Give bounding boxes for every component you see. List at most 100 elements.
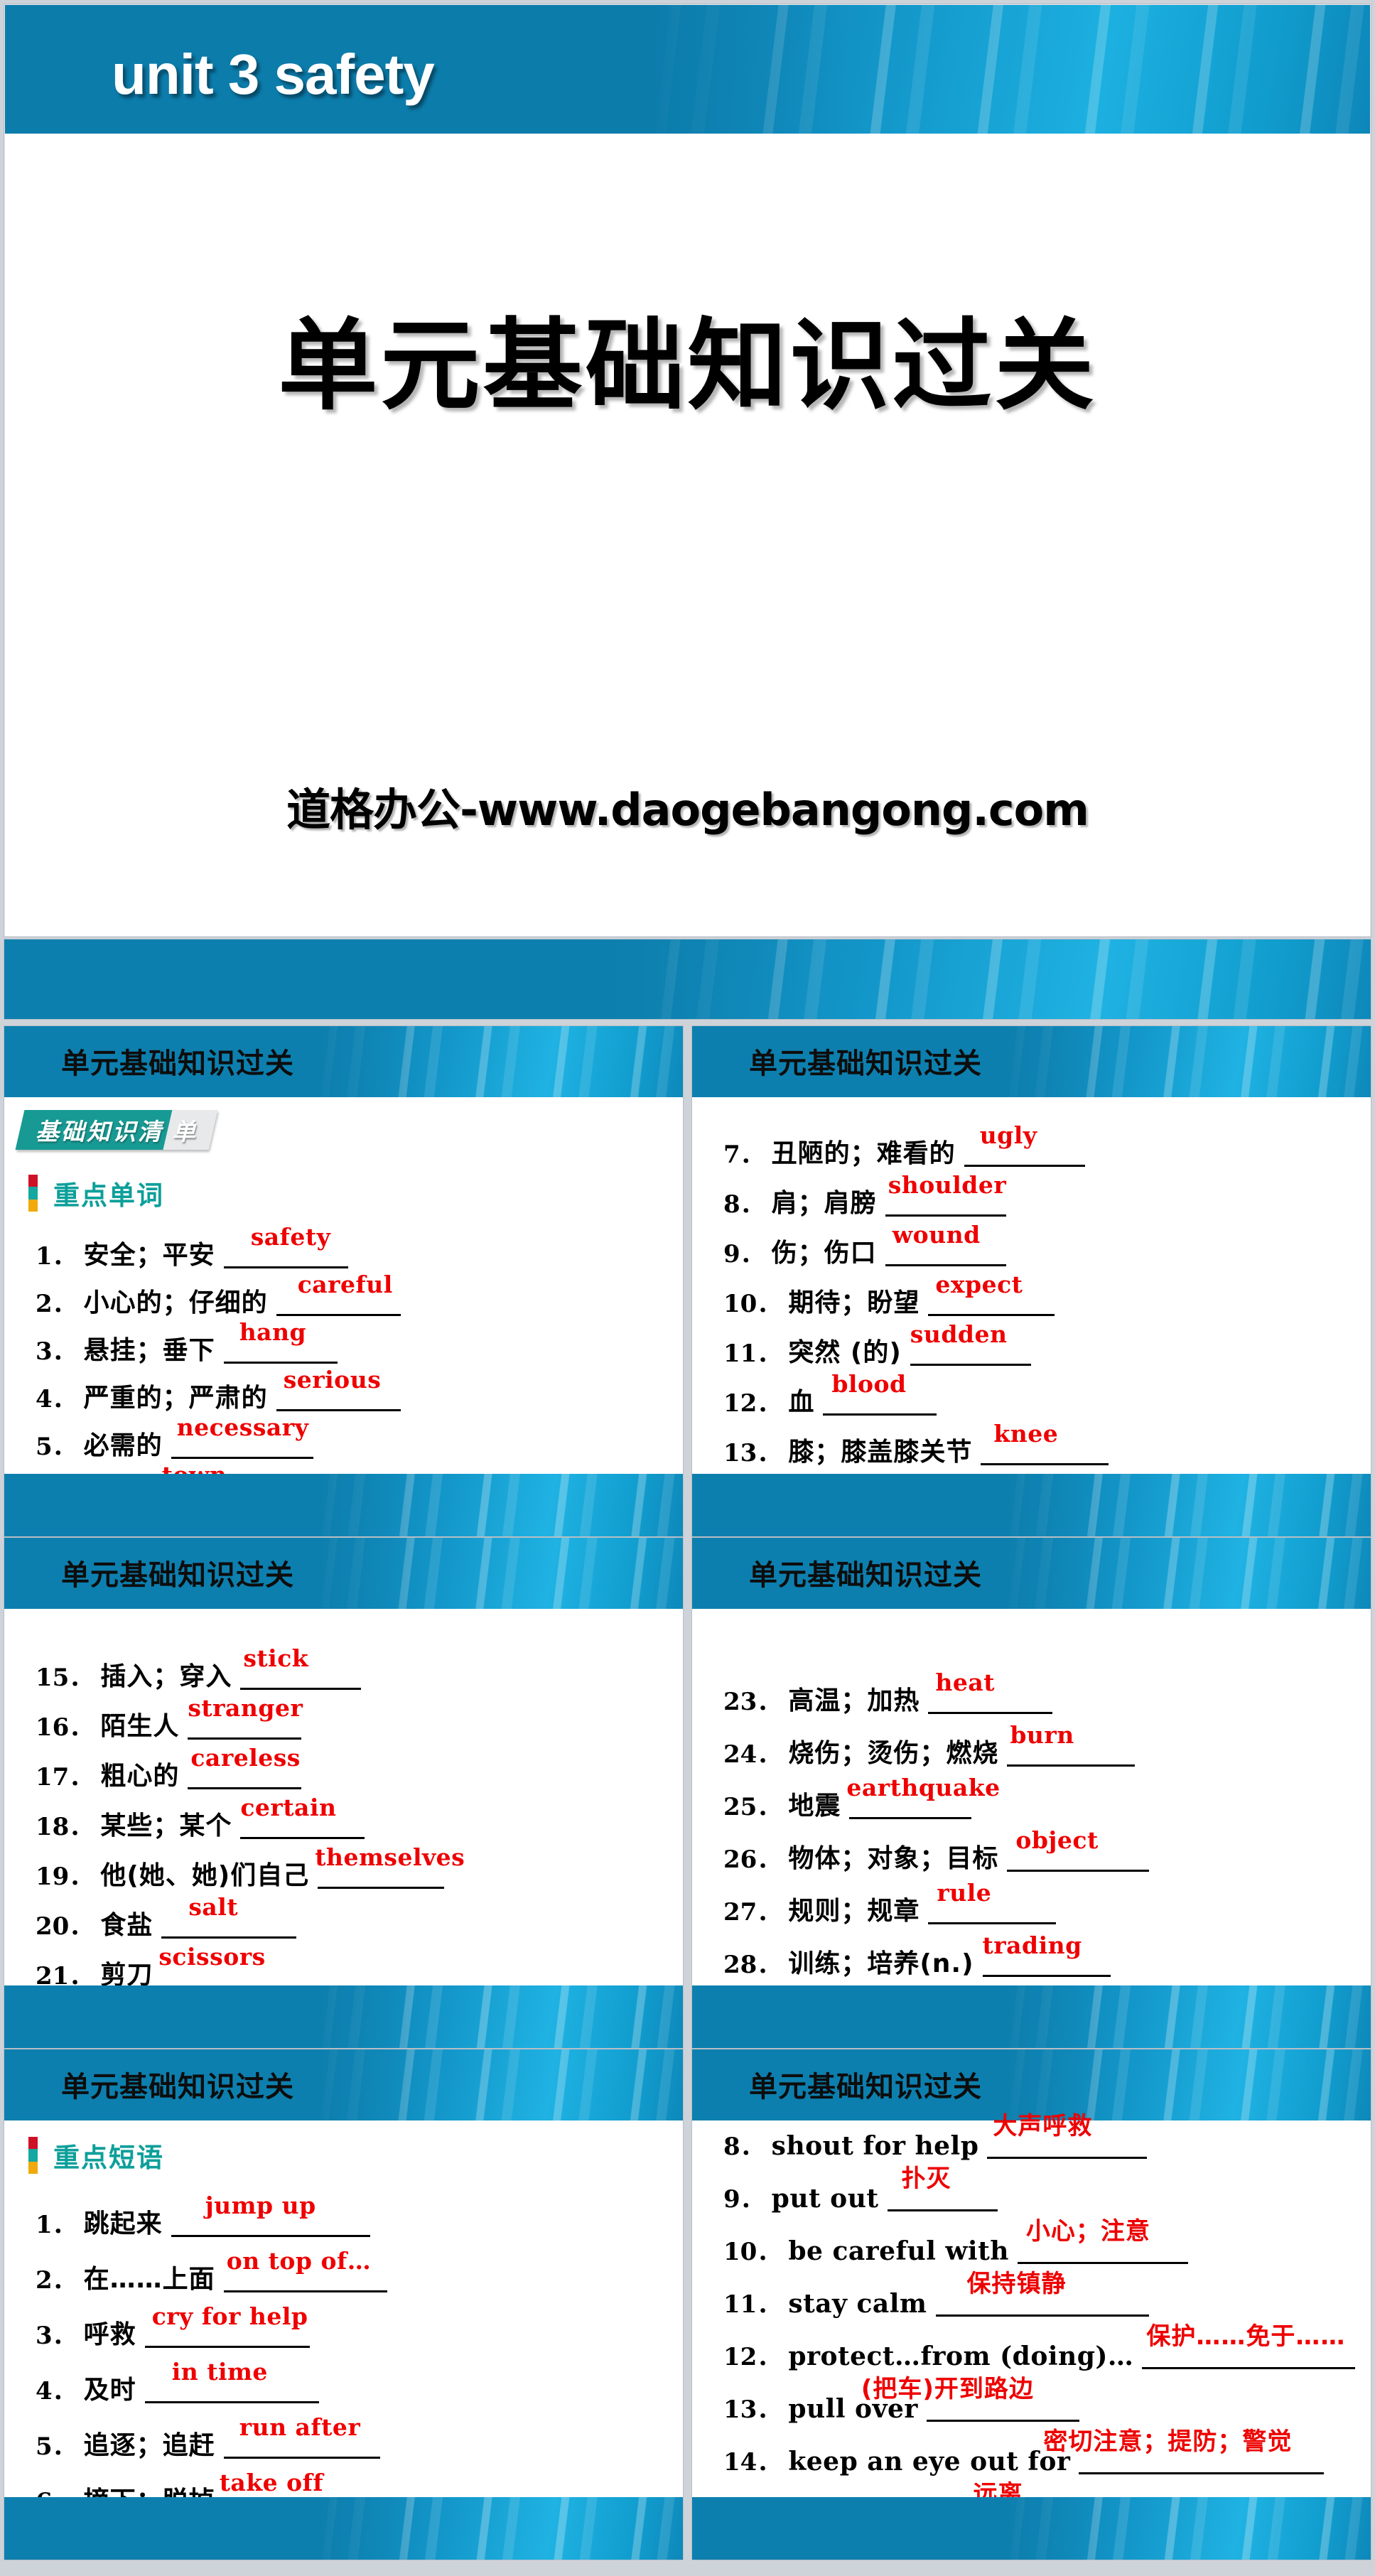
presentation-page: unit 3 safety 单元基础知识过关 道格办公-www.daogeban… <box>0 0 1375 2576</box>
answer-blank[interactable]: in time <box>144 2358 319 2403</box>
slide-words-2[interactable]: 单元基础知识过关 7． 丑陋的；难看的 ugly 8． 肩；肩膀 shoulder 9． 伤；… <box>692 1026 1371 1536</box>
slide-words-3[interactable]: 单元基础知识过关 15． 插入；穿入 stick 16． 陌生人 stranger 17．粗… <box>4 1538 683 2048</box>
answer-blank[interactable]: careful <box>276 1271 401 1316</box>
answer-blank[interactable]: sudden <box>910 1320 1031 1366</box>
answer-text: rule <box>937 1879 992 1907</box>
list-item: 1． 安全；平安 safety <box>36 1223 348 1270</box>
watermark-text: 道格办公-www.daogebangong.com <box>286 784 1089 836</box>
answer-blank[interactable]: stranger <box>188 1694 303 1740</box>
answer-blank[interactable]: burn <box>1007 1721 1136 1767</box>
answer-text: stranger <box>188 1694 303 1722</box>
answer-blank[interactable]: scissors <box>158 1943 283 1988</box>
item-prompt-chinese: 陌生人 <box>100 1712 180 1741</box>
answer-blank[interactable]: trading <box>982 1931 1111 1977</box>
answer-blank[interactable]: certain <box>240 1794 365 1839</box>
slide-phrases-2[interactable]: 单元基础知识过关 8． shout for help 大声呼救 9． put out 扑灭… <box>692 2049 1371 2560</box>
answer-blank[interactable]: on top of… <box>223 2247 387 2292</box>
slide-words-1[interactable]: 单元基础知识过关 基础知识清 单 重点单词 1． 安全；平安 safety 2． 小心的… <box>4 1026 683 1536</box>
item-prompt-chinese: 丑陋的；难看的 <box>771 1139 956 1168</box>
answer-blank[interactable]: necessary <box>171 1413 313 1459</box>
answer-blank[interactable]: earthquake <box>846 1774 1000 1819</box>
answer-blank[interactable]: wound <box>885 1221 1006 1266</box>
answer-text: scissors <box>158 1943 266 1971</box>
list-item: 26． 物体；对象；目标 object <box>723 1826 1150 1872</box>
answer-blank[interactable]: cry for help <box>144 2302 310 2348</box>
answer-blank[interactable]: 保持镇静 <box>935 2270 1149 2317</box>
answer-blank[interactable]: heat <box>928 1669 1053 1714</box>
slide-grid: 单元基础知识过关 基础知识清 单 重点单词 1． 安全；平安 safety 2． 小心的… <box>4 1026 1371 2572</box>
answer-text: heat <box>935 1669 995 1696</box>
answer-blank[interactable]: run after <box>223 2413 380 2459</box>
item-prompt-chinese: 他(她、她)们自己 <box>100 1861 310 1890</box>
item-number: 15． <box>36 1664 94 1692</box>
answer-text: salt <box>188 1893 239 1921</box>
list-item: 20． 食盐 salt <box>36 1893 297 1940</box>
answer-blank[interactable]: themselves <box>315 1843 465 1889</box>
slide-phrases-1[interactable]: 单元基础知识过关 重点短语 1． 跳起来 jump up 2． 在……上面 on top … <box>4 2049 683 2560</box>
slide-header-title: 单元基础知识过关 <box>749 1047 982 1080</box>
answer-text: knee <box>993 1420 1059 1448</box>
answer-blank[interactable]: careless <box>188 1744 302 1789</box>
slide-body: 重点短语 1． 跳起来 jump up 2． 在……上面 on top of… 3． 呼救 cr… <box>4 2120 683 2560</box>
slide-header-title: 单元基础知识过关 <box>749 2071 982 2103</box>
item-prompt-english: be careful with <box>788 2236 1009 2266</box>
hero-slide[interactable]: unit 3 safety 单元基础知识过关 道格办公-www.daogeban… <box>4 4 1371 937</box>
item-prompt-chinese: 跳起来 <box>83 2209 163 2238</box>
answer-blank[interactable]: 大声呼救 <box>987 2112 1148 2159</box>
answer-blank[interactable]: 保护……免于…… <box>1142 2322 1356 2369</box>
list-item: 23． 高温；加热 heat <box>723 1669 1053 1716</box>
answer-blank[interactable]: (把车)开到路边 <box>861 2375 1079 2422</box>
item-prompt-english: shout for help <box>771 2131 979 2161</box>
item-number: 2． <box>36 2266 77 2295</box>
item-prompt-chinese: 安全；平安 <box>83 1241 215 1270</box>
answer-text: burn <box>1010 1721 1074 1749</box>
slide-words-4[interactable]: 单元基础知识过关 23． 高温；加热 heat 24． 烧伤；烫伤；燃烧 burn 25．地… <box>692 1538 1371 2048</box>
answer-blank[interactable]: 小心；注意 <box>1017 2217 1188 2264</box>
item-prompt-chinese: 食盐 <box>100 1911 153 1940</box>
list-item: 24． 烧伤；烫伤；燃烧 burn <box>723 1721 1136 1767</box>
item-prompt-chinese: 插入；穿入 <box>100 1662 232 1691</box>
answer-blank[interactable]: blood <box>823 1370 937 1416</box>
answer-blank[interactable]: stick <box>240 1644 362 1690</box>
answer-blank[interactable]: 扑灭 <box>887 2165 998 2211</box>
answer-blank[interactable]: jump up <box>171 2192 370 2237</box>
list-item: 2． 在……上面 on top of… <box>36 2247 387 2295</box>
slide-footer-band <box>692 1985 1371 2048</box>
answer-blank[interactable]: serious <box>276 1366 401 1411</box>
list-item: 25． 地震 earthquake <box>723 1774 1000 1819</box>
answer-blank[interactable]: ugly <box>964 1121 1085 1167</box>
list-item: 3． 悬挂；垂下 hang <box>36 1318 338 1364</box>
slide-header-title: 单元基础知识过关 <box>61 1047 294 1080</box>
answer-text: (把车)开到路边 <box>861 2375 1034 2403</box>
answer-text: 大声呼救 <box>993 2112 1093 2140</box>
item-number: 17． <box>36 1763 94 1791</box>
badge-text-tail: 单 <box>172 1118 198 1146</box>
answer-blank[interactable]: knee <box>981 1420 1109 1465</box>
item-number: 9． <box>723 1240 765 1268</box>
list-item: 13． 膝；膝盖膝关节 knee <box>723 1420 1109 1465</box>
answer-blank[interactable]: rule <box>928 1879 1057 1924</box>
answer-blank[interactable]: 密切注意；提防；警觉 <box>1043 2427 1325 2474</box>
list-item: 2． 小心的；仔细的 careful <box>36 1271 401 1316</box>
item-number: 23． <box>723 1688 782 1716</box>
slide-header-title: 单元基础知识过关 <box>61 2071 294 2103</box>
answer-blank[interactable]: object <box>1007 1826 1150 1872</box>
item-prompt-chinese: 训练；培养(n.) <box>788 1949 974 1978</box>
item-number: 28． <box>723 1951 782 1979</box>
list-item: 27． 规则；规章 rule <box>723 1879 1057 1924</box>
answer-blank[interactable]: shoulder <box>885 1171 1006 1217</box>
list-item: 21． 剪刀 scissors <box>36 1943 283 1988</box>
list-item: 5． 追逐；追赶 run after <box>36 2413 380 2461</box>
answer-text: stick <box>243 1644 309 1672</box>
answer-blank[interactable]: salt <box>161 1893 297 1939</box>
item-number: 5． <box>36 2432 77 2461</box>
answer-blank[interactable]: hang <box>223 1318 338 1364</box>
item-prompt-chinese: 伤；伤口 <box>771 1239 877 1268</box>
item-prompt-chinese: 肩；肩膀 <box>771 1189 877 1218</box>
list-item: 28． 训练；培养(n.) trading <box>723 1931 1111 1979</box>
section-heading-phrases: 重点短语 <box>28 2136 164 2174</box>
answer-text: sudden <box>910 1320 1008 1348</box>
answer-blank[interactable]: safety <box>223 1223 348 1268</box>
answer-blank[interactable]: expect <box>928 1271 1055 1316</box>
item-prompt-chinese: 严重的；严肃的 <box>83 1384 268 1413</box>
